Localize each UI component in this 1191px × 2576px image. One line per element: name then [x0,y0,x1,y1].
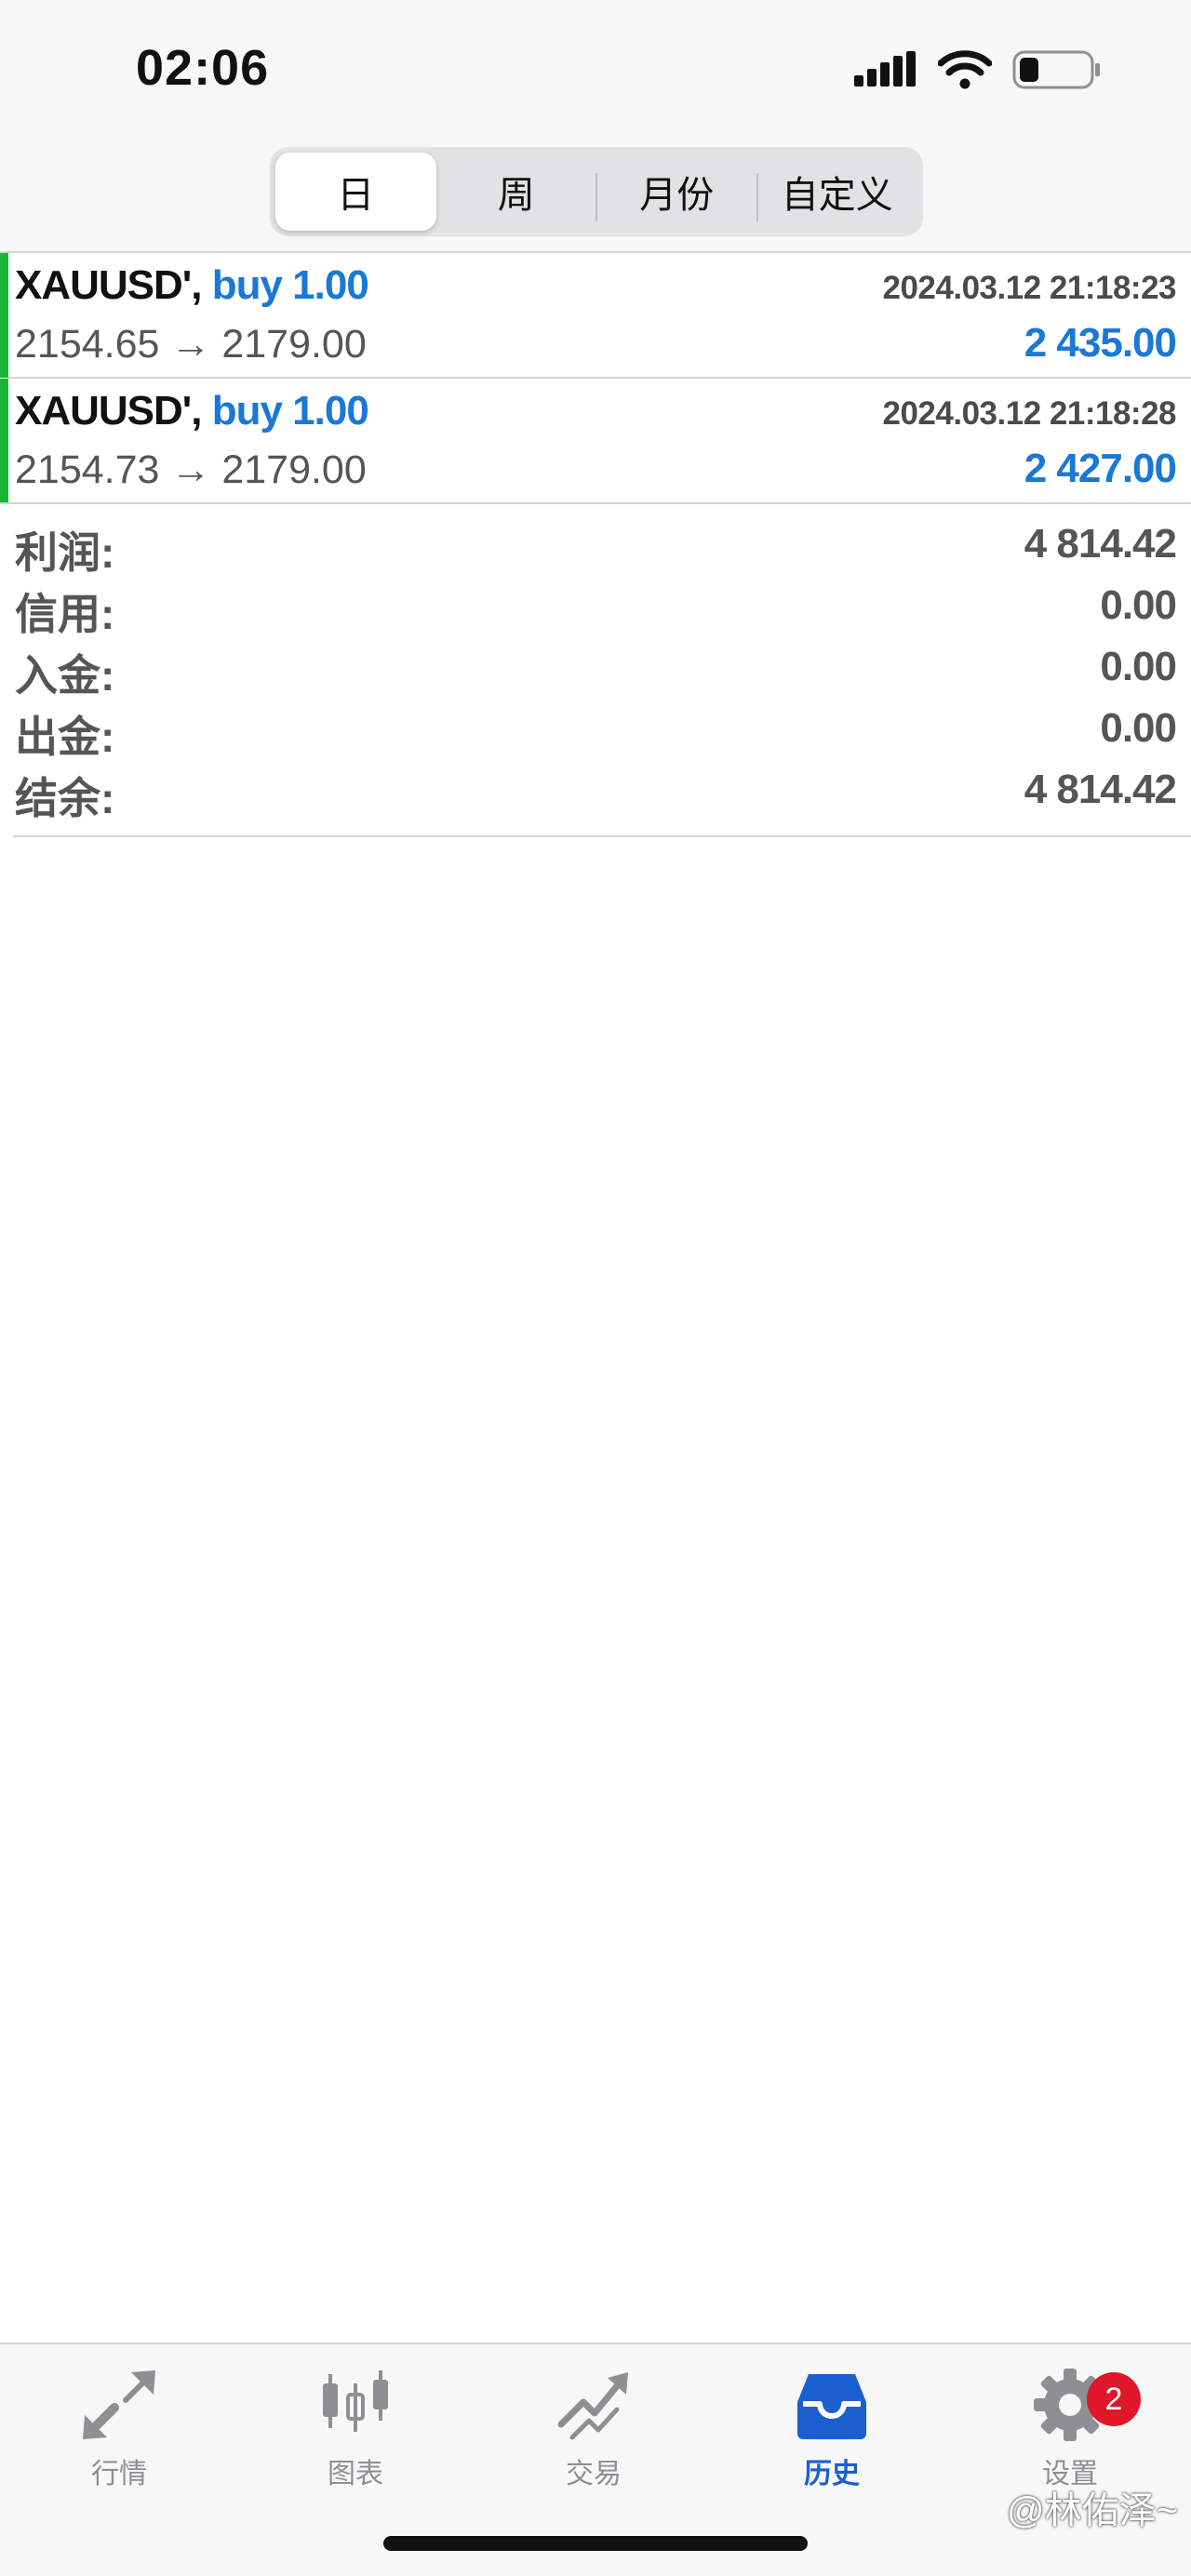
trade-row[interactable]: XAUUSD', buy 1.00 2024.03.12 21:18:23 21… [0,253,1191,378]
trade-prices: 2154.73 → 2179.00 [15,447,367,492]
segment-custom-label: 自定义 [781,175,893,216]
history-screen: 02:06 日 周 月份 自定义 XAUUSD', buy 1.00 2024.… [0,0,1191,2576]
trade-datetime: 2024.03.12 21:18:23 [882,270,1177,306]
status-icons [854,48,1102,91]
summary-label: 出金: [15,713,115,761]
summary-value: 0.00 [1100,582,1177,628]
segment-week-label: 周 [497,175,535,216]
summary-profit: 利润: 4 814.42 [15,519,1177,581]
watermark: @林佑泽~ [1007,2490,1178,2531]
summary-label: 结余: [15,774,115,822]
trade-action: buy 1.00 [211,388,369,434]
summary-label: 利润: [15,528,115,577]
divider [0,502,1191,504]
tab-history[interactable]: 历史 [748,2363,916,2503]
trade-prices: 2154.65 → 2179.00 [15,322,367,367]
summary-withdrawal: 出金: 0.00 [15,703,1177,765]
tab-label: 图表 [328,2459,383,2489]
tab-quotes[interactable]: 行情 [35,2363,203,2503]
segment-day[interactable]: 日 [275,153,436,231]
cellular-signal-icon [854,51,916,87]
trade-trend-icon [557,2372,628,2440]
segment-custom[interactable]: 自定义 [756,153,918,231]
trade-profit: 2 435.00 [1024,320,1177,366]
summary-value: 0.00 [1100,705,1177,751]
buy-indicator-bar [0,379,8,503]
trade-symbol: XAUUSD', buy 1.00 [15,262,369,309]
buy-indicator-bar [0,253,8,378]
trade-action: buy 1.00 [211,262,369,308]
segment-divider [756,173,758,221]
summary-value: 4 814.42 [1024,767,1177,812]
trade-symbol-text: XAUUSD', [15,262,202,308]
segment-month[interactable]: 月份 [596,153,757,231]
candlestick-chart-icon [323,2370,388,2432]
tab-trade[interactable]: 交易 [510,2363,677,2503]
status-bar: 02:06 [0,0,1191,140]
notification-badge: 2 [1087,2372,1141,2426]
summary-credit: 信用: 0.00 [15,581,1177,642]
segment-month-label: 月份 [639,175,715,216]
summary-value: 4 814.42 [1024,521,1177,567]
tab-label: 历史 [804,2459,860,2489]
period-segmented-control: 日 周 月份 自定义 [270,147,923,236]
quotes-arrows-icon [83,2370,155,2439]
trade-profit: 2 427.00 [1024,446,1177,491]
summary-label: 信用: [15,590,115,638]
tab-charts[interactable]: 图表 [272,2363,439,2503]
trade-symbol-text: XAUUSD', [15,388,202,434]
segment-week[interactable]: 周 [436,153,597,231]
history-inbox-icon [797,2374,866,2439]
segment-divider [596,173,597,221]
tab-label: 行情 [91,2459,147,2489]
trade-row[interactable]: XAUUSD', buy 1.00 2024.03.12 21:18:28 21… [0,379,1191,503]
summary-deposit: 入金: 0.00 [15,642,1177,703]
segment-day-label: 日 [337,175,375,216]
trade-symbol: XAUUSD', buy 1.00 [15,388,369,434]
tab-label: 交易 [566,2459,622,2489]
trade-datetime: 2024.03.12 21:18:28 [882,395,1177,432]
summary-balance: 结余: 4 814.42 [15,765,1177,826]
status-time: 02:06 [136,40,270,96]
home-indicator[interactable] [383,2536,808,2551]
summary-value: 0.00 [1100,644,1177,689]
wifi-icon [938,50,992,89]
summary-label: 入金: [15,651,115,700]
battery-icon [1012,50,1100,89]
divider [13,835,1191,837]
